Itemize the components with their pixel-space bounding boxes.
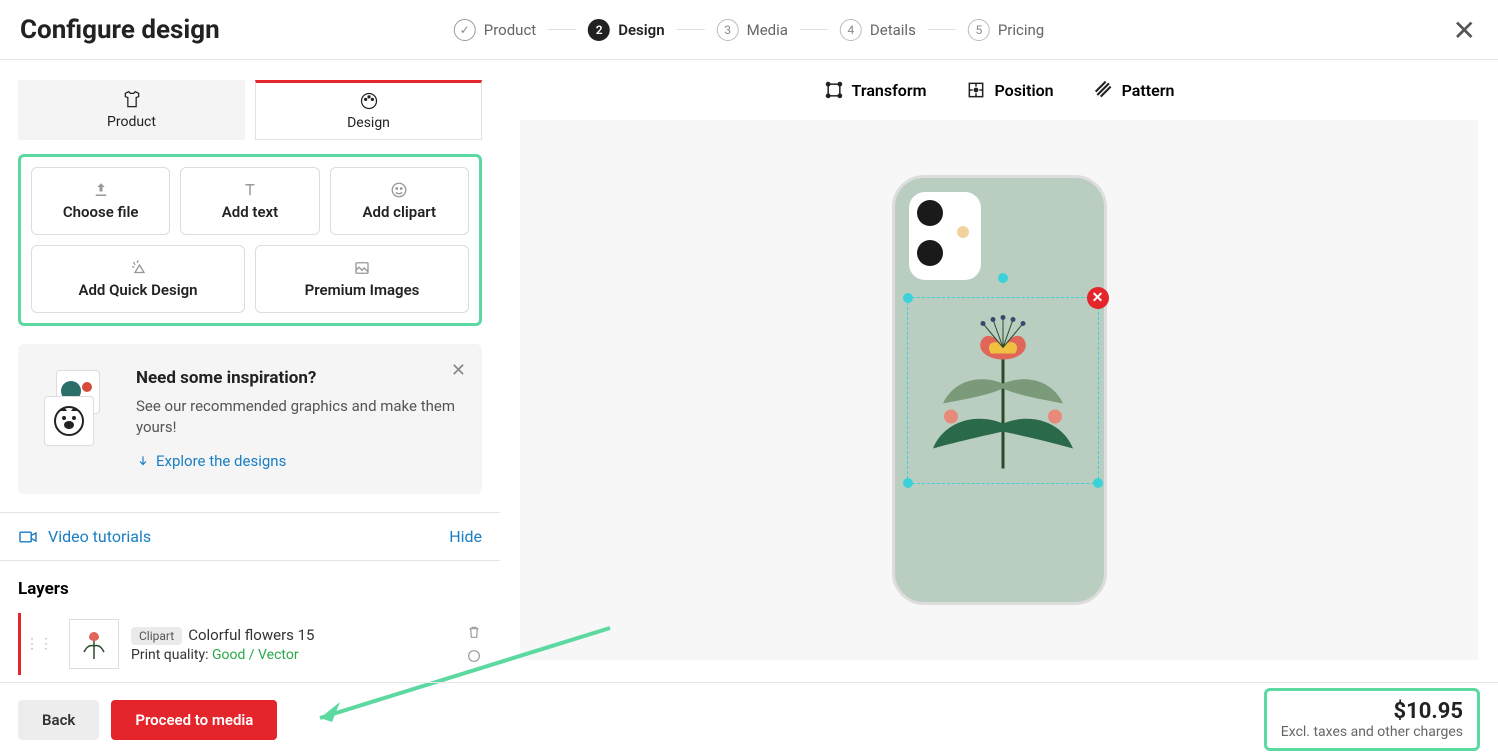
magic-icon [129, 259, 147, 277]
proceed-button[interactable]: Proceed to media [111, 700, 277, 740]
add-text-button[interactable]: Add text [180, 167, 319, 235]
stepper: ✓Product 2Design 3Media 4Details 5Pricin… [454, 19, 1044, 41]
transform-tool[interactable]: Transform [824, 80, 927, 100]
close-icon[interactable]: ✕ [1453, 14, 1476, 47]
price-amount: $10.95 [1281, 699, 1463, 724]
inspiration-panel: Need some inspiration? See our recommend… [18, 344, 482, 494]
circle-icon[interactable] [466, 648, 482, 664]
page-title: Configure design [20, 15, 220, 45]
add-clipart-button[interactable]: Add clipart [330, 167, 469, 235]
smile-icon [390, 181, 408, 199]
upload-icon [92, 181, 110, 199]
step-media[interactable]: 3Media [717, 19, 788, 41]
step-product[interactable]: ✓Product [454, 19, 536, 41]
text-icon [241, 181, 259, 199]
add-quick-design-button[interactable]: Add Quick Design [31, 245, 245, 313]
palette-icon [358, 91, 380, 111]
layer-name: Colorful flowers 15 [188, 626, 314, 644]
selection-box[interactable]: ✕ [908, 298, 1098, 483]
video-tutorials-link[interactable]: Video tutorials [18, 527, 151, 546]
resize-handle[interactable] [903, 478, 913, 488]
phone-case-mockup: ✕ [892, 175, 1107, 605]
layer-thumbnail [69, 619, 119, 669]
premium-images-button[interactable]: Premium Images [255, 245, 469, 313]
step-design[interactable]: 2Design [588, 19, 664, 41]
layer-item[interactable]: ⋮⋮ ClipartColorful flowers 15 Print qual… [18, 613, 482, 675]
inspiration-thumbs [38, 368, 118, 448]
video-icon [18, 529, 38, 545]
inspiration-title: Need some inspiration? [136, 368, 462, 388]
pattern-tool[interactable]: Pattern [1094, 80, 1175, 100]
trash-icon[interactable] [466, 624, 482, 640]
layers-heading: Layers [18, 579, 482, 599]
step-pricing[interactable]: 5Pricing [968, 19, 1044, 41]
inspiration-close-icon[interactable]: ✕ [451, 360, 466, 381]
step-details[interactable]: 4Details [840, 19, 916, 41]
pattern-icon [1094, 80, 1114, 100]
transform-icon [824, 80, 844, 100]
flower-clipart[interactable] [918, 303, 1088, 478]
design-canvas[interactable]: ✕ [520, 120, 1478, 660]
position-tool[interactable]: Position [966, 80, 1053, 100]
resize-handle[interactable] [1093, 478, 1103, 488]
tab-design[interactable]: Design [255, 80, 482, 140]
inspiration-desc: See our recommended graphics and make th… [136, 396, 462, 438]
image-icon [353, 259, 371, 277]
price-box-highlight: $10.95 Excl. taxes and other charges [1264, 688, 1480, 751]
hide-link[interactable]: Hide [449, 527, 482, 546]
clipart-badge: Clipart [131, 627, 182, 645]
tab-product[interactable]: Product [18, 80, 245, 140]
add-options-highlight: Choose file Add text Add clipart Add Qui… [18, 154, 482, 326]
resize-handle[interactable] [903, 293, 913, 303]
back-button[interactable]: Back [18, 700, 99, 740]
print-quality-value: Good / Vector [212, 647, 299, 663]
explore-designs-link[interactable]: Explore the designs [136, 452, 462, 470]
arrow-down-icon [136, 454, 150, 468]
delete-layer-icon[interactable]: ✕ [1087, 287, 1109, 309]
price-subtitle: Excl. taxes and other charges [1281, 724, 1463, 740]
position-icon [966, 80, 986, 100]
drag-handle-icon[interactable]: ⋮⋮ [21, 636, 57, 652]
shirt-icon [121, 90, 143, 110]
rotate-handle[interactable] [998, 273, 1008, 283]
choose-file-button[interactable]: Choose file [31, 167, 170, 235]
